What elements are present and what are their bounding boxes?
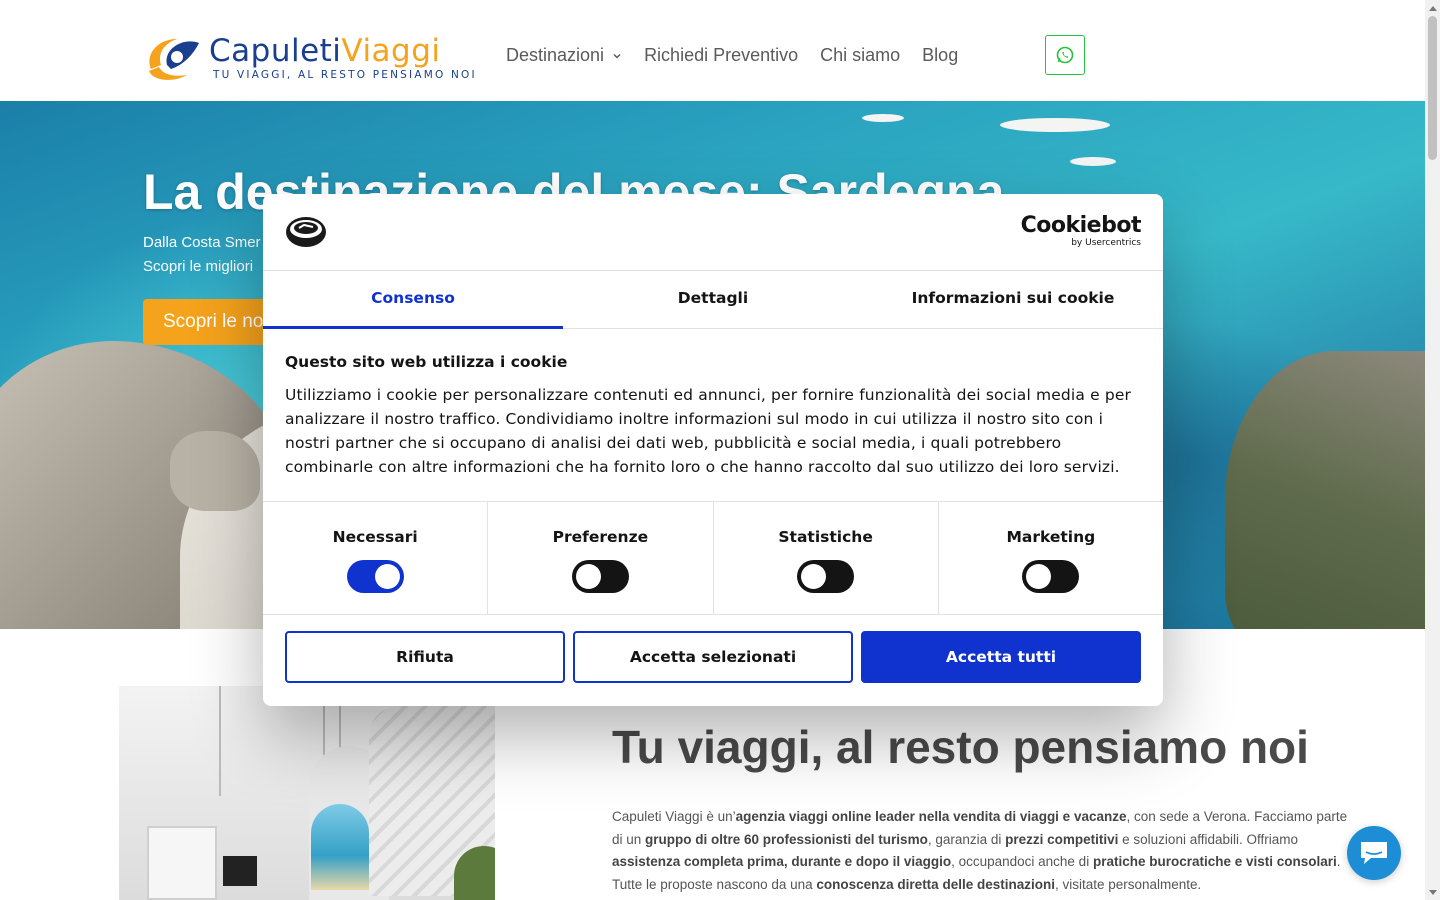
cookie-dialog-header: Cookiebot by Usercentrics [263,194,1163,271]
page-scrollbar[interactable] [1425,0,1440,900]
about-text-bold-run: gruppo di oltre 60 professionisti del tu… [645,831,928,847]
office-photo [119,686,495,900]
cookie-categories: Necessari Preferenze Statistiche Marketi… [263,501,1163,615]
tab-informazioni-cookie[interactable]: Informazioni sui cookie [863,271,1163,328]
cookie-category-necessari: Necessari [263,502,489,614]
main-nav: Destinazioni Richiedi Preventivo Chi sia… [506,45,980,66]
cookie-consent-dialog: Cookiebot by Usercentrics Consenso Detta… [263,194,1163,706]
hero-subtitle-line1: Dalla Costa Smer [143,234,261,251]
cookie-actions: Rifiuta Accetta selezionati Accetta tutt… [285,631,1141,683]
tab-dettagli[interactable]: Dettagli [563,271,863,328]
about-text-run: e soluzioni affidabili. Offriamo [1118,831,1298,847]
about-text-bold-run: conoscenza diretta delle destinazioni [816,876,1055,892]
nav-item-label: Blog [922,45,959,65]
toggle-necessari[interactable] [346,560,404,593]
hero-boat [1000,118,1110,132]
toggle-marketing[interactable] [1022,560,1080,593]
hero-cliff [1225,351,1425,629]
office-beach-window [311,804,369,890]
nav-item-chi-siamo[interactable]: Chi siamo [820,45,900,66]
cookiebot-brand-name: Cookiebot [1020,213,1142,238]
toggle-preferenze[interactable] [571,560,629,593]
cookie-logo-icon [286,217,326,247]
chat-icon [1361,842,1387,864]
about-text-bold-run: assistenza completa prima, durante e dop… [612,854,952,869]
about-text-bold-run: prezzi competitivi [1005,831,1119,847]
about-text: Capuleti Viaggi è un’agenzia viaggi onli… [612,806,1357,896]
logo-name-part1: Capuleti [209,33,342,69]
about-text-run: , occupandoci anche di [951,854,1093,869]
logo-name-part2: Viaggi [341,33,441,69]
office-screen [223,856,257,886]
nav-item-label: Destinazioni [506,45,605,65]
scroll-up-arrow-icon[interactable] [1425,0,1440,15]
nav-item-label: Richiedi Preventivo [644,45,799,65]
hero-rock [170,431,260,511]
accept-all-button[interactable]: Accetta tutti [861,631,1141,683]
nav-item-destinazioni[interactable]: Destinazioni [506,45,622,66]
category-label: Statistiche [778,528,873,546]
cookie-body-text: Utilizziamo i cookie per personalizzare … [285,386,1132,476]
accept-selected-button[interactable]: Accetta selezionati [573,631,853,683]
toggle-statistiche[interactable] [797,560,855,593]
chevron-down-icon [613,53,621,59]
toggle-knob [374,564,400,589]
category-label: Marketing [1006,528,1096,546]
about-text-bold-run: pratiche burocratiche e visti consolari [1092,854,1337,869]
cookiebot-brand[interactable]: Cookiebot by Usercentrics [1020,213,1142,249]
hero-boat [862,114,904,122]
reject-button[interactable]: Rifiuta [285,631,565,683]
nav-item-label: Chi siamo [820,45,901,65]
about-text-run: , garanzia di [927,831,1006,847]
tab-consenso[interactable]: Consenso [263,271,563,329]
site-header: CapuletiViaggi TU VIAGGI, AL RESTO PENSI… [0,0,1425,101]
logo-tagline: TU VIAGGI, AL RESTO PENSIAMO NOI [213,69,477,81]
about-text-run: Capuleti Viaggi è un’ [612,809,736,824]
toggle-knob [1026,564,1052,589]
office-shelf [147,826,217,900]
logo-mark-icon [149,39,199,80]
toggle-knob [801,564,827,589]
about-title: Tu viaggi, al resto pensiamo noi [612,721,1309,773]
cookiebot-brand-sub: by Usercentrics [1071,238,1141,248]
scrollbar-thumb[interactable] [1428,16,1437,160]
about-text-bold-run: agenzia viaggi online leader nella vendi… [735,809,1127,824]
office-lamp [219,686,221,796]
hero-boat [1070,157,1116,166]
category-label: Preferenze [552,528,649,546]
hero-subtitle-line2: Scopri le migliori [143,258,254,275]
logo-wordmark: CapuletiViaggi [209,31,441,71]
cookie-category-statistiche: Statistiche [714,502,939,614]
category-label: Necessari [332,528,418,546]
cookie-category-marketing: Marketing [939,502,1163,614]
toggle-knob [575,564,601,589]
cookie-heading: Questo sito web utilizza i cookie [285,353,568,371]
nav-item-richiedi-preventivo[interactable]: Richiedi Preventivo [644,45,798,66]
whatsapp-button[interactable] [1045,35,1085,75]
whatsapp-icon [1056,46,1074,64]
chat-button[interactable] [1347,826,1401,880]
site-logo[interactable]: CapuletiViaggi TU VIAGGI, AL RESTO PENSI… [143,31,475,85]
nav-item-blog[interactable]: Blog [922,45,958,66]
about-text-run: , visitate personalmente. [1054,876,1202,892]
cookie-category-preferenze: Preferenze [488,502,714,614]
scroll-down-arrow-icon[interactable] [1425,885,1440,900]
cookie-tabs: Consenso Dettagli Informazioni sui cooki… [263,271,1163,329]
